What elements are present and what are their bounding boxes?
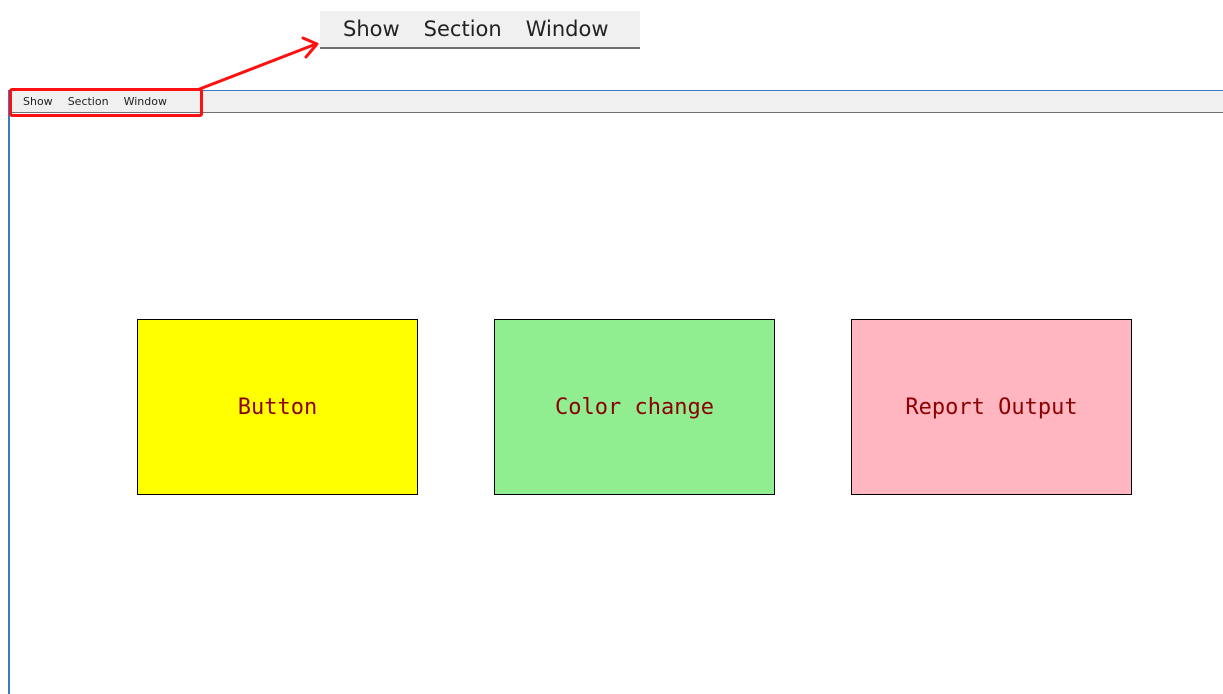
callout-menu-section: Section — [423, 16, 502, 41]
menu-bar-callout: Show Section Window — [320, 11, 640, 49]
menu-highlight-box — [9, 88, 203, 117]
report-output-tile-label: Report Output — [905, 394, 1078, 420]
callout-menu-window: Window — [525, 16, 609, 41]
arrow-head — [301, 36, 319, 59]
report-output-tile[interactable]: Report Output — [851, 319, 1132, 495]
screenshot-stage: Show Section Window Show Section Window … — [0, 0, 1223, 694]
callout-menu-show: Show — [343, 16, 400, 41]
button-tile-label: Button — [237, 394, 318, 420]
arrow-shaft — [195, 42, 318, 92]
color-change-tile-label: Color change — [555, 394, 714, 420]
button-tile[interactable]: Button — [137, 319, 418, 495]
color-change-tile[interactable]: Color change — [494, 319, 775, 495]
